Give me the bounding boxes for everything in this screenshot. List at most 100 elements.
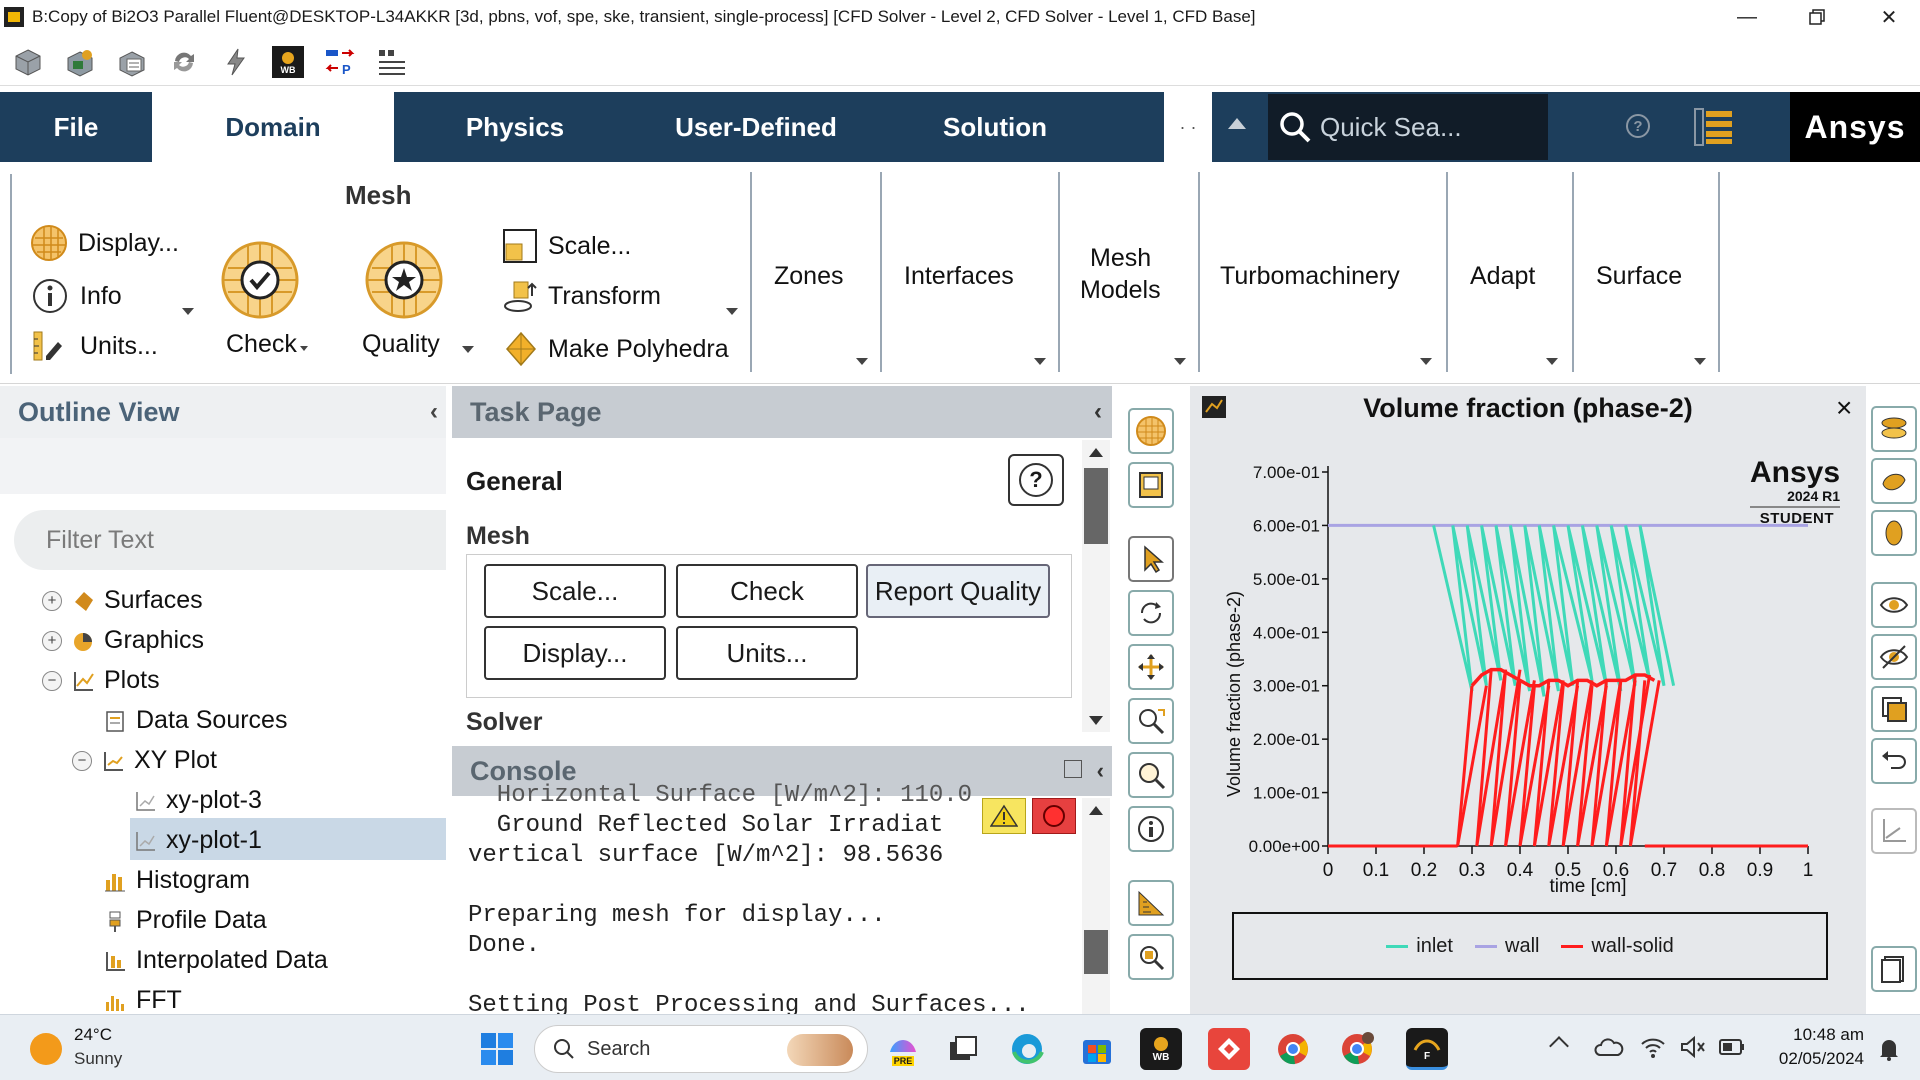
probe-info-icon[interactable] [1128,806,1174,852]
pan-icon[interactable] [1128,644,1174,690]
tree-item-histogram[interactable]: Histogram [104,866,250,895]
task-page-collapse-icon[interactable]: ‹ [1094,398,1102,426]
view-eye-icon[interactable] [1871,582,1917,628]
outline-collapse-icon[interactable]: ‹ [430,398,438,426]
tree-item-xy-plot-1[interactable]: xy-plot-1 [134,826,262,855]
hide-eye-icon[interactable] [1871,634,1917,680]
scroll-up-icon[interactable] [1089,806,1103,815]
transform-dropdown-icon[interactable] [726,308,738,315]
data-file-icon[interactable] [116,46,148,78]
weather-temp[interactable]: 24°C [74,1025,112,1045]
check-button[interactable]: Check [676,564,858,618]
tab-domain[interactable]: Domain [152,92,394,162]
close-icon[interactable]: ✕ [1860,0,1918,34]
scale-button[interactable]: Scale... [502,228,631,264]
rotate-icon[interactable] [1128,590,1174,636]
info-button[interactable]: Info [32,278,122,314]
show-hidden-icons-chevron[interactable] [1549,1036,1569,1056]
collapse-icon[interactable]: − [42,670,62,691]
zones-menu[interactable]: Zones [774,262,843,291]
tree-item-xy-plot[interactable]: − XY Plot [72,746,217,775]
tree-item-data-sources[interactable]: Data Sources [104,706,287,735]
surface-menu[interactable]: Surface [1596,262,1682,291]
quality-dropdown-icon[interactable] [462,346,474,353]
open-case-icon[interactable] [12,46,44,78]
refresh-icon[interactable] [168,46,200,78]
copy-window-icon[interactable] [1871,686,1917,732]
check-mesh-icon[interactable] [220,240,300,325]
mesh-models-dropdown-icon[interactable] [1174,358,1186,365]
make-polyhedra-button[interactable]: Make Polyhedra [506,332,729,366]
expand-icon[interactable]: + [42,590,62,611]
scroll-up-icon[interactable] [1089,448,1103,457]
scroll-down-icon[interactable] [1089,716,1103,725]
quality-label[interactable]: Quality [362,330,440,359]
mesh-models-menu-line2[interactable]: Models [1080,276,1161,305]
tree-item-plots[interactable]: − Plots [42,666,160,695]
taskbar-time[interactable]: 10:48 am [1766,1025,1864,1045]
save-case-icon[interactable] [64,46,96,78]
collapse-icon[interactable]: − [72,750,92,771]
copilot-icon[interactable]: PRE [882,1028,924,1070]
interfaces-menu[interactable]: Interfaces [904,262,1014,291]
ruler-measure-icon[interactable] [1128,880,1174,926]
layout-list-icon[interactable] [1694,108,1734,146]
task-view-icon[interactable] [942,1028,984,1070]
undo-view-icon[interactable] [1871,738,1917,784]
tab-file[interactable]: File [0,92,152,162]
zoom-icon[interactable] [1128,752,1174,798]
fluent-taskbar-icon[interactable]: F [1406,1028,1448,1070]
onedrive-cloud-icon[interactable] [1594,1037,1624,1062]
surface-dropdown-icon[interactable] [1694,358,1706,365]
check-label[interactable]: Check [226,330,297,359]
workbench-icon[interactable]: WB [272,46,304,78]
mesh-display-icon[interactable] [1128,408,1174,454]
page-view-icon[interactable] [1871,946,1917,992]
warning-button[interactable] [982,798,1026,834]
task-help-button[interactable]: ? [1008,454,1064,506]
zones-dropdown-icon[interactable] [856,358,868,365]
vector-view-icon[interactable] [1871,510,1917,556]
report-quality-button[interactable]: Report Quality [866,564,1050,618]
tab-physics[interactable]: Physics [420,92,610,162]
turbomachinery-menu[interactable]: Turbomachinery [1220,262,1400,291]
contour-view-icon[interactable] [1871,458,1917,504]
zoom-fit-icon[interactable] [1128,934,1174,980]
taskbar-search[interactable]: Search [534,1025,868,1073]
tab-solution[interactable]: Solution [900,92,1090,162]
axes-icon[interactable] [1871,808,1917,854]
units-button[interactable]: Units... [676,626,858,680]
volume-muted-icon[interactable] [1680,1035,1706,1064]
notification-bell-icon[interactable] [1878,1037,1900,1066]
interfaces-dropdown-icon[interactable] [1034,358,1046,365]
units-button[interactable]: Units... [32,330,158,362]
tree-item-graphics[interactable]: + Graphics [42,626,204,655]
tree-item-xy-plot-3[interactable]: xy-plot-3 [134,786,262,815]
help-icon[interactable]: ? [1626,114,1650,138]
filter-text-input[interactable]: Filter Text [14,510,446,570]
edge-browser-icon[interactable] [1006,1028,1048,1070]
adapt-dropdown-icon[interactable] [1546,358,1558,365]
graphics-book-icon[interactable] [1128,462,1174,508]
windows-start-icon[interactable] [476,1028,518,1070]
anydesk-icon[interactable] [1208,1028,1250,1070]
task-page-scrollbar[interactable] [1082,440,1110,732]
ansys-workbench-taskbar-icon[interactable]: WB [1140,1028,1182,1070]
chrome-icon[interactable] [1272,1028,1314,1070]
quality-mesh-icon[interactable] [364,240,444,325]
minimize-icon[interactable]: — [1718,0,1776,34]
tab-user-defined[interactable]: User-Defined [640,92,872,162]
expand-icon[interactable]: + [42,630,62,651]
console-float-icon[interactable] [1064,760,1082,778]
wifi-icon[interactable] [1640,1035,1666,1064]
console-collapse-icon[interactable]: ‹ [1097,758,1104,784]
scale-button[interactable]: Scale... [484,564,666,618]
stop-button[interactable] [1032,798,1076,834]
chrome-profile-icon[interactable] [1336,1028,1378,1070]
tree-item-interpolated-data[interactable]: Interpolated Data [104,946,328,975]
taskbar-date[interactable]: 02/05/2024 [1766,1049,1864,1069]
restore-icon[interactable] [1788,0,1846,34]
tree-item-fft[interactable]: FFT [104,986,182,1015]
info-dropdown-icon[interactable] [182,308,194,315]
quick-search-input[interactable]: Quick Sea... [1268,94,1548,160]
